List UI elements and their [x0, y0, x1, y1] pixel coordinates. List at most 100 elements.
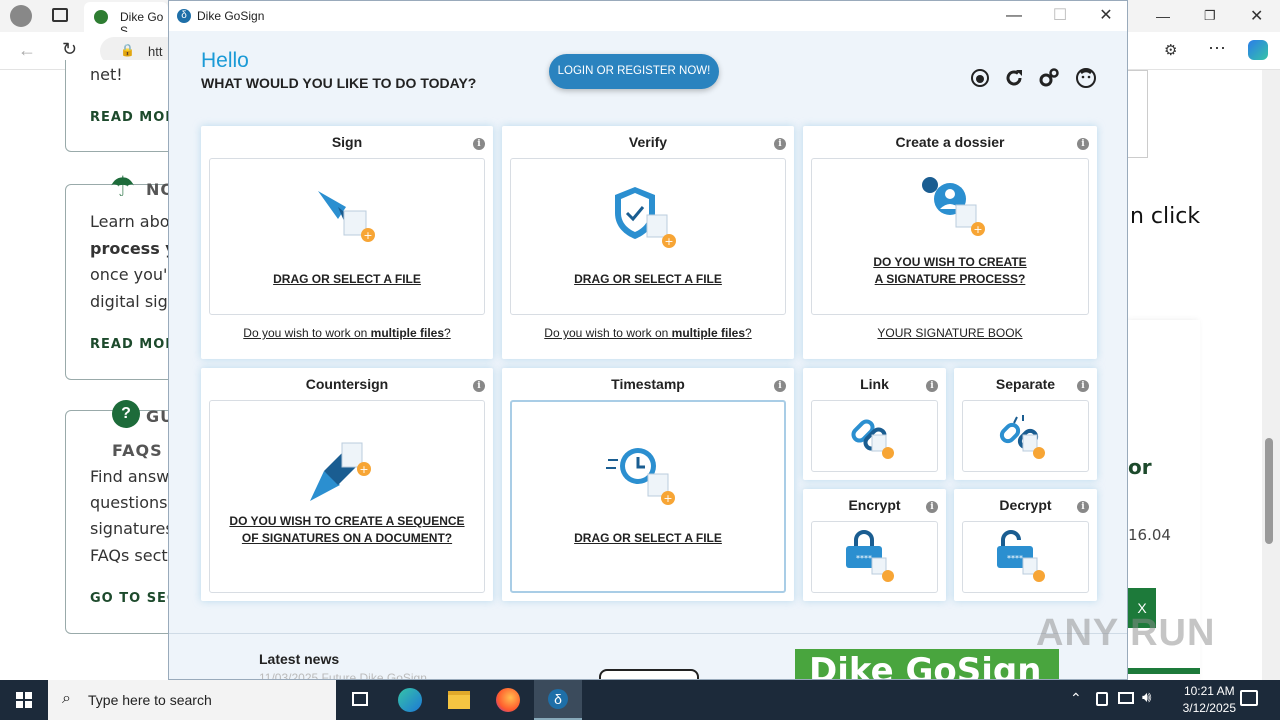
dossier-action-line1[interactable]: DO YOU WISH TO CREATE: [812, 254, 1088, 271]
tray-chevron-icon[interactable]: ⌃: [1070, 690, 1082, 707]
chain-link-icon: [851, 419, 894, 459]
dossier-people-icon: +: [922, 177, 985, 236]
infocert-logo: InfoCert: [599, 669, 699, 679]
browser-minimize-icon[interactable]: —: [1156, 8, 1170, 24]
dossier-dropzone[interactable]: + DO YOU WISH TO CREATE A SIGNATURE PROC…: [811, 158, 1089, 315]
tray-device-icon[interactable]: [1096, 692, 1108, 706]
timestamp-drop-link[interactable]: DRAG OR SELECT A FILE: [512, 530, 784, 547]
decrypt-dropzone[interactable]: ****: [962, 521, 1089, 593]
address-text: htt: [148, 44, 163, 59]
countersign-action-line1[interactable]: DO YOU WISH TO CREATE A SEQUENCE: [210, 513, 484, 530]
link-info-icon[interactable]: i: [926, 380, 938, 392]
bg-green-line: [1128, 668, 1200, 674]
encrypt-title: Encrypt: [848, 497, 901, 513]
sign-multi-bold: multiple files: [370, 326, 445, 340]
dossier-action-line2[interactable]: A SIGNATURE PROCESS?: [812, 271, 1088, 288]
clock-date: 3/12/2025: [1182, 701, 1236, 715]
link-dropzone[interactable]: [811, 400, 938, 472]
reload-icon[interactable]: ↻: [62, 39, 77, 60]
sign-multiple-files-link[interactable]: Do you wish to work on multiple files?: [201, 326, 493, 340]
bg-right-text2: or: [1128, 455, 1152, 479]
bg-card3-line1: Find answe: [90, 467, 180, 486]
profile-icon[interactable]: [10, 5, 32, 27]
svg-text:+: +: [664, 235, 673, 248]
file-explorer-icon[interactable]: [434, 680, 482, 720]
countersign-action-line2[interactable]: OF SIGNATURES ON A DOCUMENT?: [210, 530, 484, 547]
verify-info-icon[interactable]: i: [774, 138, 786, 150]
browser-close-icon[interactable]: ✕: [1250, 6, 1263, 26]
dike-gosign-taskbar-icon[interactable]: δ: [534, 680, 582, 720]
timestamp-dropzone[interactable]: + DRAG OR SELECT A FILE: [510, 400, 786, 593]
countersign-dropzone[interactable]: + DO YOU WISH TO CREATE A SEQUENCE OF SI…: [209, 400, 485, 593]
hello-heading: Hello: [201, 49, 249, 72]
umbrella-icon: ☂: [110, 171, 136, 202]
verify-title: Verify: [628, 134, 668, 150]
notification-icon[interactable]: [1240, 690, 1258, 706]
broken-link-icon: [999, 415, 1045, 459]
clock-time: 10:21 AM: [1183, 684, 1235, 698]
countersign-card: Countersign i + DO YOU WISH TO CREATE A …: [201, 368, 493, 601]
extension-icon[interactable]: ⚙: [1164, 41, 1177, 59]
dossier-title: Create a dossier: [895, 134, 1005, 150]
shield-verify-icon: +: [615, 187, 676, 248]
edge-icon[interactable]: [386, 680, 434, 720]
tray-network-icon[interactable]: [1118, 692, 1134, 704]
sign-drop-link[interactable]: DRAG OR SELECT A FILE: [210, 271, 484, 288]
dossier-info-icon[interactable]: i: [1077, 138, 1089, 150]
bg-card3-sub: FAQS: [112, 441, 163, 460]
browser-restore-icon[interactable]: ❐: [1204, 8, 1216, 24]
verify-dropzone[interactable]: + DRAG OR SELECT A FILE: [510, 158, 786, 315]
timestamp-info-icon[interactable]: i: [774, 380, 786, 392]
question-circle-icon: ?: [112, 400, 140, 428]
latest-news-item[interactable]: 11/03/2025 Future Dike GoSign: [259, 671, 427, 679]
dike-logo-icon: δ: [177, 9, 191, 23]
search-icon: ⌕: [62, 690, 71, 707]
encrypt-info-icon[interactable]: i: [926, 501, 938, 513]
browser-tab[interactable]: Dike Go S: [84, 2, 168, 38]
sign-card: Sign i + DRAG OR SELECT A FILE Do you wi…: [201, 126, 493, 359]
window-maximize-icon[interactable]: ☐: [1037, 1, 1083, 31]
browser-scrollbar[interactable]: [1262, 70, 1280, 680]
login-register-button[interactable]: LOGIN OR REGISTER NOW!: [549, 54, 719, 89]
support-icon[interactable]: [969, 67, 991, 89]
tray-volume-icon[interactable]: 🔊︎: [1142, 689, 1151, 706]
verify-multiple-files-link[interactable]: Do you wish to work on multiple files?: [502, 326, 794, 340]
tab-favicon-icon: [94, 10, 108, 24]
encrypt-dropzone[interactable]: ****: [811, 521, 938, 593]
window-close-icon[interactable]: ✕: [1083, 1, 1127, 31]
sign-dropzone[interactable]: + DRAG OR SELECT A FILE: [209, 158, 485, 315]
firefox-icon[interactable]: [484, 680, 532, 720]
link-title: Link: [860, 376, 889, 392]
tab-actions-icon[interactable]: [52, 8, 68, 22]
task-view-icon[interactable]: [336, 680, 384, 720]
refresh-icon[interactable]: [1003, 67, 1025, 89]
anyrun-watermark: ANY RUN: [1036, 612, 1216, 654]
svg-text:+: +: [973, 223, 982, 236]
verify-drop-link[interactable]: DRAG OR SELECT A FILE: [511, 271, 785, 288]
bg-card3-line3: signatures: [90, 519, 174, 538]
lock-encrypt-icon: ****: [846, 530, 894, 582]
taskbar-search-box[interactable]: ⌕ Type here to search: [48, 680, 336, 720]
copilot-icon[interactable]: [1248, 40, 1268, 60]
separate-dropzone[interactable]: [962, 400, 1089, 472]
windows-start-icon[interactable]: [0, 680, 48, 720]
dossier-card: Create a dossier i + DO YOU WISH TO CREA…: [803, 126, 1097, 359]
back-icon[interactable]: ←: [18, 40, 36, 61]
countersign-info-icon[interactable]: i: [473, 380, 485, 392]
scrollbar-thumb[interactable]: [1265, 438, 1273, 544]
svg-text:+: +: [359, 463, 368, 476]
signature-book-link[interactable]: YOUR SIGNATURE BOOK: [803, 326, 1097, 340]
pen-sign-icon: +: [318, 191, 375, 242]
window-minimize-icon[interactable]: —: [991, 1, 1037, 31]
taskbar-clock[interactable]: 10:21 AM 3/12/2025: [1183, 683, 1236, 717]
decrypt-info-icon[interactable]: i: [1077, 501, 1089, 513]
user-icon[interactable]: [1075, 67, 1097, 89]
timestamp-card: Timestamp i + DRAG OR SELECT A FILE: [502, 368, 794, 601]
window-title-bar: δ Dike GoSign: [169, 1, 1127, 31]
latest-news-title: Latest news: [259, 651, 340, 667]
settings-icon[interactable]: [1038, 67, 1060, 89]
sign-info-icon[interactable]: i: [473, 138, 485, 150]
bg-right-text3: 16.04: [1128, 526, 1171, 544]
separate-info-icon[interactable]: i: [1077, 380, 1089, 392]
more-icon[interactable]: ⋯: [1208, 38, 1226, 59]
